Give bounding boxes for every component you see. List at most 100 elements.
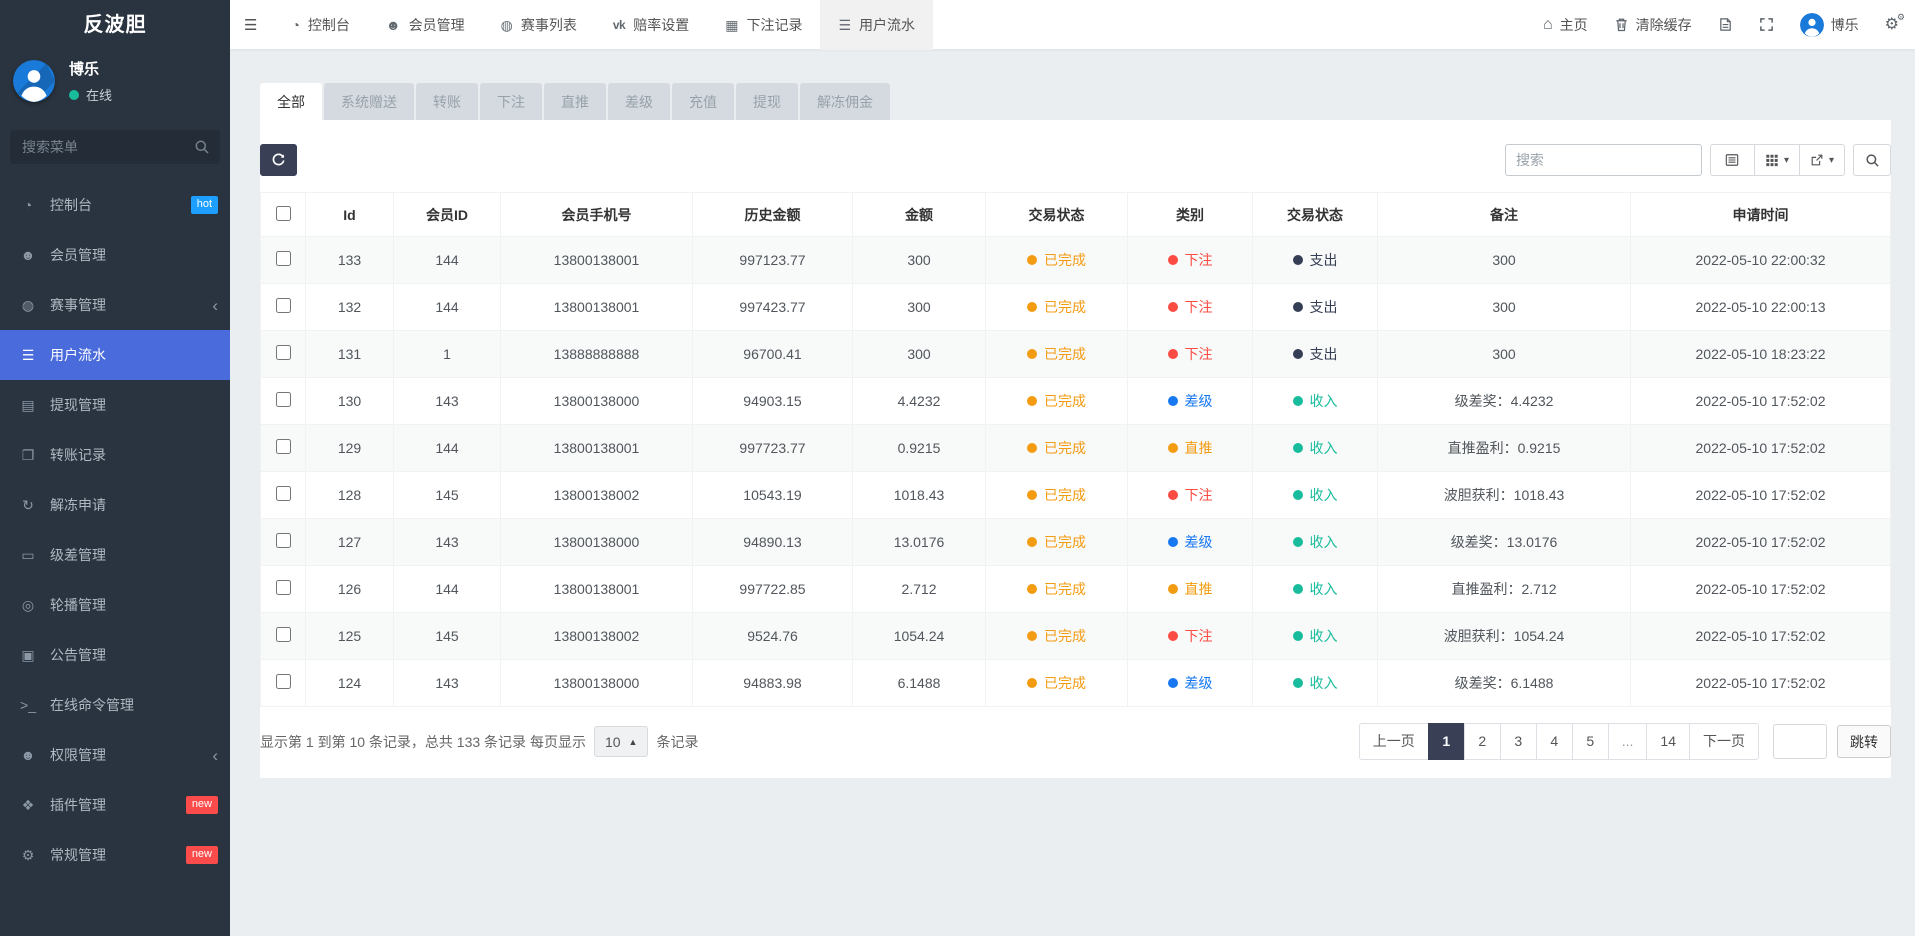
sidebar-item-permissions[interactable]: ☻权限管理‹ xyxy=(0,730,230,780)
nav-item-user-flow[interactable]: ☰用户流水 xyxy=(820,0,933,50)
columns-button[interactable]: ▾ xyxy=(1754,144,1800,176)
page-next[interactable]: 下一页 xyxy=(1689,723,1759,760)
table-row[interactable]: 125145138001380029524.761054.24已完成下注收入波胆… xyxy=(261,613,1891,660)
sidebar-toggle-button[interactable]: ☰ xyxy=(230,0,273,50)
search-icon xyxy=(194,139,210,155)
sidebar-menu: ◔控制台hot☻会员管理◍赛事管理‹☰用户流水▤提现管理❐转账记录↻解冻申请▭级… xyxy=(0,180,230,880)
settings-button[interactable]: ⚙⚙ xyxy=(1885,17,1899,33)
page-size-dropdown[interactable]: 10 ▲ xyxy=(594,726,649,757)
table-row[interactable]: 13214413800138001997423.77300已完成下注支出3002… xyxy=(261,284,1891,331)
records-table: Id会员ID会员手机号历史金额金额交易状态类别交易状态备注申请时间 133144… xyxy=(260,192,1891,707)
table-row[interactable]: 1241431380013800094883.986.1488已完成差级收入级差… xyxy=(261,660,1891,707)
sidebar-item-matches[interactable]: ◍赛事管理‹ xyxy=(0,280,230,330)
row-checkbox[interactable] xyxy=(276,298,291,313)
terminal-icon: >_ xyxy=(18,697,38,713)
page-jump-input[interactable] xyxy=(1773,724,1827,759)
row-checkbox[interactable] xyxy=(276,251,291,266)
cell-history-amount: 94883.98 xyxy=(693,660,853,707)
filter-tab-withdraw[interactable]: 提现 xyxy=(736,83,798,120)
filter-tab-transfer[interactable]: 转账 xyxy=(416,83,478,120)
cell-category: 下注 xyxy=(1128,472,1253,519)
nav-item-dashboard[interactable]: ◔控制台 xyxy=(273,0,367,50)
row-checkbox[interactable] xyxy=(276,345,291,360)
cell-trade-status: 已完成 xyxy=(986,613,1128,660)
status-badge: 已完成 xyxy=(1027,391,1086,411)
sidebar-item-user-flow[interactable]: ☰用户流水 xyxy=(0,330,230,380)
clear-cache-button[interactable]: 清除缓存 xyxy=(1614,15,1692,35)
sidebar-item-transfer-records[interactable]: ❐转账记录 xyxy=(0,430,230,480)
nav-item-bet-records[interactable]: ▦下注记录 xyxy=(707,0,820,50)
nav-item-label: 下注记录 xyxy=(746,15,802,35)
cell-id: 133 xyxy=(306,237,394,284)
page-4[interactable]: 4 xyxy=(1536,723,1573,760)
row-checkbox[interactable] xyxy=(276,580,291,595)
refresh-button[interactable] xyxy=(260,144,297,176)
row-checkbox[interactable] xyxy=(276,533,291,548)
page-2[interactable]: 2 xyxy=(1464,723,1501,760)
export-button[interactable]: ▾ xyxy=(1799,144,1845,176)
filter-tab-direct-push[interactable]: 直推 xyxy=(544,83,606,120)
sidebar-item-carousel[interactable]: ◎轮播管理 xyxy=(0,580,230,630)
filter-tabs: 全部系统赠送转账下注直推差级充值提现解冻佣金 xyxy=(260,83,1891,120)
search-toggle-button[interactable] xyxy=(1853,144,1891,176)
filter-tab-system-gift[interactable]: 系统赠送 xyxy=(324,83,414,120)
language-button[interactable] xyxy=(1718,17,1733,32)
status-badge: 直推 xyxy=(1168,579,1213,599)
sidebar-item-announcements[interactable]: ▣公告管理 xyxy=(0,630,230,680)
filter-tab-level-diff[interactable]: 差级 xyxy=(608,83,670,120)
page-jump-button[interactable]: 跳转 xyxy=(1837,725,1891,758)
nav-item-odds-settings[interactable]: vk赔率设置 xyxy=(595,0,707,50)
page-14[interactable]: 14 xyxy=(1646,723,1690,760)
page-5[interactable]: 5 xyxy=(1572,723,1609,760)
cell-phone: 13800138001 xyxy=(501,237,693,284)
select-all-checkbox[interactable] xyxy=(276,206,291,221)
table-search-input[interactable] xyxy=(1505,144,1702,176)
row-checkbox[interactable] xyxy=(276,439,291,454)
status-badge: 下注 xyxy=(1168,485,1213,505)
table-row[interactable]: 13111388888888896700.41300已完成下注支出3002022… xyxy=(261,331,1891,378)
sidebar-item-online-command[interactable]: >_在线命令管理 xyxy=(0,680,230,730)
page-3[interactable]: 3 xyxy=(1500,723,1537,760)
user-avatar[interactable] xyxy=(13,60,55,102)
nav-item-label: 赔率设置 xyxy=(633,15,689,35)
page-prev[interactable]: 上一页 xyxy=(1359,723,1429,760)
nav-item-members[interactable]: ☻会员管理 xyxy=(368,0,483,50)
page-content: 全部系统赠送转账下注直推差级充值提现解冻佣金 xyxy=(230,50,1915,778)
sidebar-item-dashboard[interactable]: ◔控制台hot xyxy=(0,180,230,230)
page-1[interactable]: 1 xyxy=(1428,723,1465,760)
sidebar-item-withdraw[interactable]: ▤提现管理 xyxy=(0,380,230,430)
status-badge: 差级 xyxy=(1168,673,1213,693)
table-row[interactable]: 12914413800138001997723.770.9215已完成直推收入直… xyxy=(261,425,1891,472)
sidebar-item-unfreeze[interactable]: ↻解冻申请 xyxy=(0,480,230,530)
menu-search-input[interactable] xyxy=(10,130,220,164)
row-checkbox[interactable] xyxy=(276,486,291,501)
cell-phone: 13800138001 xyxy=(501,566,693,613)
status-badge: 收入 xyxy=(1293,391,1338,411)
table-row[interactable]: 1271431380013800094890.1313.0176已完成差级收入级… xyxy=(261,519,1891,566)
fullscreen-button[interactable] xyxy=(1759,17,1774,32)
home-button[interactable]: ⌂ 主页 xyxy=(1543,15,1588,35)
filter-tab-unfreeze-commission[interactable]: 解冻佣金 xyxy=(800,83,890,120)
sidebar-item-plugins[interactable]: ❖插件管理new xyxy=(0,780,230,830)
filter-tab-all[interactable]: 全部 xyxy=(260,83,322,120)
sidebar-item-level-diff[interactable]: ▭级差管理 xyxy=(0,530,230,580)
filter-tab-recharge[interactable]: 充值 xyxy=(672,83,734,120)
row-checkbox[interactable] xyxy=(276,627,291,642)
cell-trade-status: 已完成 xyxy=(986,566,1128,613)
filter-tab-bet[interactable]: 下注 xyxy=(480,83,542,120)
table-row[interactable]: 1301431380013800094903.154.4232已完成差级收入级差… xyxy=(261,378,1891,425)
user-status: 在线 xyxy=(69,85,112,104)
row-checkbox[interactable] xyxy=(276,674,291,689)
nav-item-match-list[interactable]: ◍赛事列表 xyxy=(483,0,595,50)
sidebar-item-general[interactable]: ⚙常规管理new xyxy=(0,830,230,880)
user-menu[interactable]: 博乐 xyxy=(1800,13,1859,37)
topnav-items: ◔控制台☻会员管理◍赛事列表vk赔率设置▦下注记录☰用户流水 xyxy=(273,0,933,50)
sidebar-item-members[interactable]: ☻会员管理 xyxy=(0,230,230,280)
table-row[interactable]: 1281451380013800210543.191018.43已完成下注收入波… xyxy=(261,472,1891,519)
status-dot xyxy=(1293,302,1303,312)
toggle-view-button[interactable] xyxy=(1710,144,1755,176)
row-checkbox[interactable] xyxy=(276,392,291,407)
search-icon xyxy=(1865,153,1880,168)
table-row[interactable]: 12614413800138001997722.852.712已完成直推收入直推… xyxy=(261,566,1891,613)
table-row[interactable]: 13314413800138001997123.77300已完成下注支出3002… xyxy=(261,237,1891,284)
